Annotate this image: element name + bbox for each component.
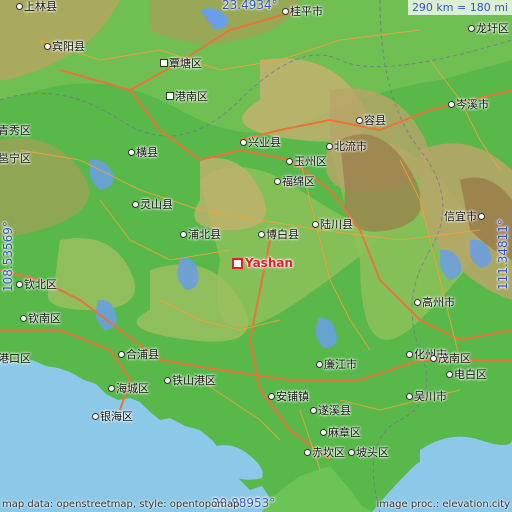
place-dot bbox=[348, 448, 355, 456]
place-dot bbox=[468, 24, 475, 32]
place-dot bbox=[180, 230, 187, 238]
place-dot bbox=[406, 392, 413, 400]
place-dot bbox=[160, 59, 168, 67]
place-label: 钦北区 bbox=[16, 276, 57, 292]
place-label: 港南区 bbox=[166, 88, 208, 104]
place-dot bbox=[92, 412, 99, 420]
place-dot bbox=[414, 298, 421, 306]
place-label: 邕宁区 bbox=[0, 152, 31, 165]
place-label: 容县 bbox=[356, 112, 386, 128]
place-label: 兴业县 bbox=[240, 134, 281, 150]
place-dot bbox=[16, 280, 23, 288]
place-label: 岑溪市 bbox=[448, 96, 489, 112]
place-label: 宾阳县 bbox=[44, 38, 85, 54]
scale-bar: 290 km = 180 mi bbox=[407, 0, 512, 15]
place-dot bbox=[118, 350, 125, 358]
place-dot bbox=[326, 142, 333, 150]
place-label: 港口区 bbox=[0, 352, 31, 365]
coord-left: 108.53569° bbox=[1, 221, 15, 292]
place-label: 覃塘区 bbox=[160, 55, 202, 71]
place-label: 玉州区 bbox=[286, 153, 327, 169]
place-dot bbox=[128, 148, 135, 156]
place-label: 上林县 bbox=[16, 0, 57, 14]
place-dot bbox=[240, 138, 247, 146]
place-label: 铁山港区 bbox=[164, 372, 216, 388]
place-label: 安铺镇 bbox=[268, 388, 309, 404]
place-dot bbox=[304, 448, 311, 456]
place-label: 横县 bbox=[128, 144, 158, 160]
place-dot bbox=[356, 116, 363, 124]
place-label: 信宜市 bbox=[444, 208, 485, 224]
marker-label: Yashan bbox=[245, 256, 294, 270]
place-label: 浦北县 bbox=[180, 226, 221, 242]
coord-top: 23.4934° bbox=[222, 0, 278, 12]
place-label: 龙圩区 bbox=[468, 20, 509, 36]
place-dot bbox=[320, 428, 327, 436]
image-credit: image proc.: elevation.city bbox=[376, 499, 511, 510]
place-dot bbox=[16, 2, 23, 10]
place-label: 坡头区 bbox=[348, 444, 389, 460]
marker-pin-icon bbox=[232, 257, 243, 269]
place-label: 合浦县 bbox=[118, 346, 159, 362]
place-dot bbox=[20, 314, 27, 322]
place-label: 高州市 bbox=[414, 294, 455, 310]
place-label: 桂平市 bbox=[282, 3, 323, 19]
place-dot bbox=[282, 7, 289, 15]
place-dot bbox=[164, 376, 171, 384]
map-credit: map data: openstreetmap, style: opentopo… bbox=[2, 499, 240, 510]
place-label: 青秀区 bbox=[0, 124, 31, 137]
place-label: 遂溪县 bbox=[310, 402, 351, 418]
place-dot bbox=[406, 350, 413, 358]
map-canvas[interactable]: 上林县 宾阳县 覃塘区 港南区 桂平市 龙圩区 岑溪市 青秀区 邕宁区 横县 兴… bbox=[0, 0, 512, 512]
place-label: 博白县 bbox=[258, 226, 299, 242]
place-dot bbox=[108, 384, 115, 392]
place-dot bbox=[268, 392, 275, 400]
place-label: 陆川县 bbox=[312, 216, 353, 232]
place-label: 廉江市 bbox=[316, 356, 357, 372]
place-dot bbox=[44, 42, 51, 50]
place-label: 吴川市 bbox=[406, 388, 447, 404]
place-dot bbox=[446, 370, 453, 378]
place-dot bbox=[448, 100, 455, 108]
place-label: 海城区 bbox=[108, 380, 149, 396]
place-dot bbox=[286, 157, 293, 165]
coord-right: 111.34811° bbox=[496, 219, 510, 290]
place-dot bbox=[310, 406, 317, 414]
place-label: 钦南区 bbox=[20, 310, 61, 326]
place-dot bbox=[316, 360, 323, 368]
place-label: 银海区 bbox=[92, 408, 133, 424]
place-dot bbox=[274, 177, 281, 185]
place-label: 灵山县 bbox=[132, 196, 173, 212]
place-label: 赤坎区 bbox=[304, 444, 345, 460]
place-label: 麻章区 bbox=[320, 424, 361, 440]
place-dot bbox=[312, 220, 319, 228]
place-dot bbox=[430, 354, 437, 362]
location-marker[interactable]: Yashan bbox=[232, 256, 293, 270]
place-label: 茂南区 bbox=[430, 350, 471, 366]
place-label: 电白区 bbox=[446, 366, 487, 382]
place-label: 北流市 bbox=[326, 138, 367, 154]
place-dot bbox=[166, 92, 174, 100]
place-dot bbox=[132, 200, 139, 208]
place-dot bbox=[478, 212, 485, 220]
place-label: 福绵区 bbox=[274, 173, 315, 189]
place-dot bbox=[258, 230, 265, 238]
